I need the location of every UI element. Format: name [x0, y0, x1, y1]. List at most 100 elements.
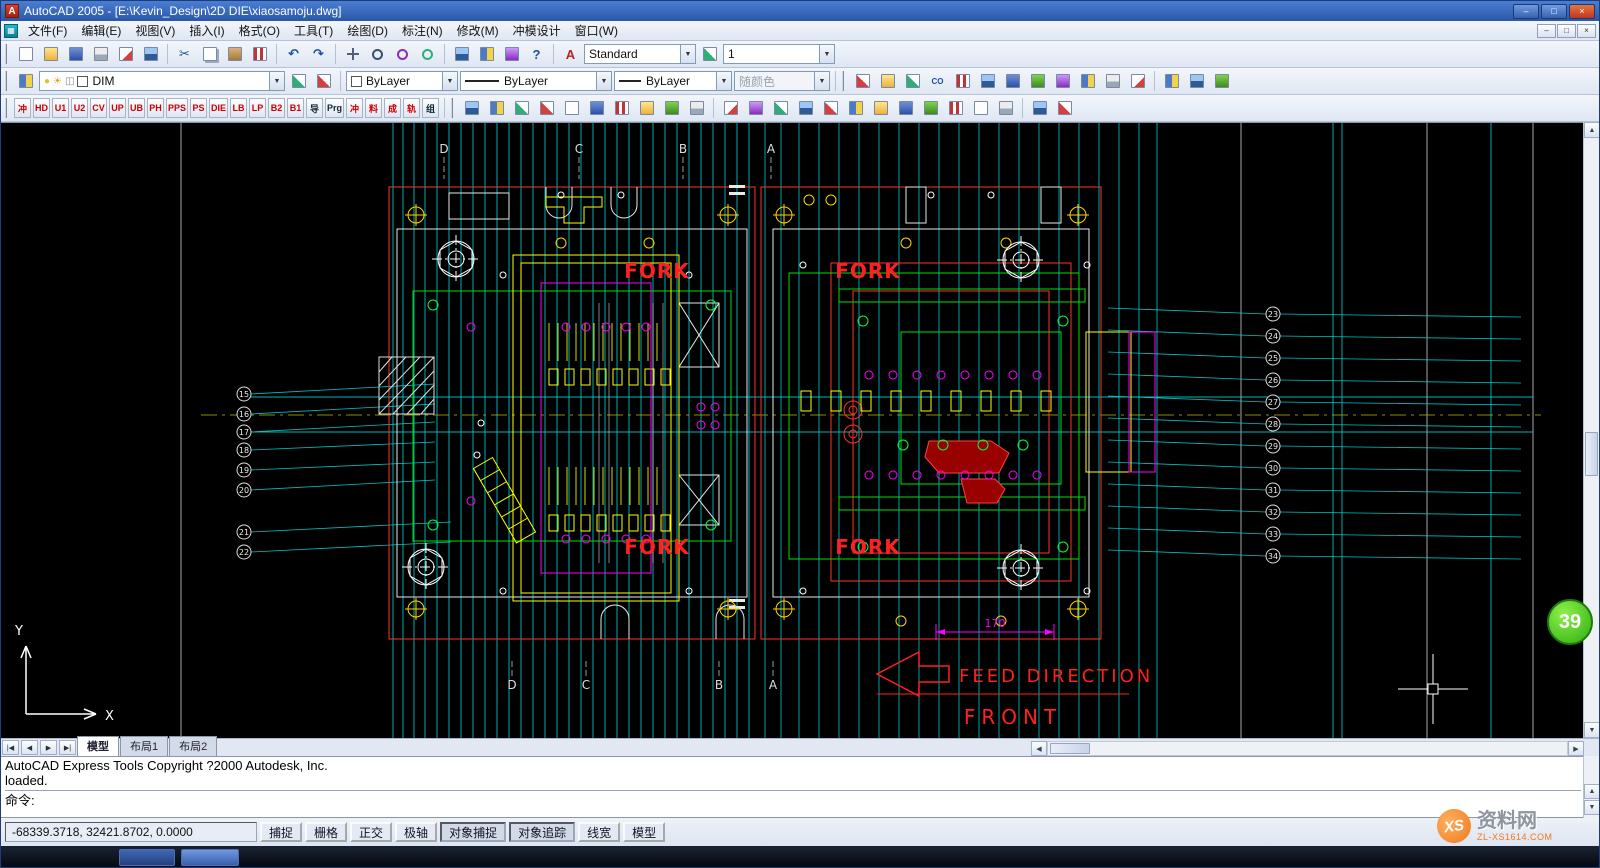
die-button-2[interactable]: U1 [52, 98, 69, 118]
express-tool-icon-2[interactable] [876, 70, 899, 93]
die-tool-icon-10[interactable] [685, 97, 708, 120]
menu-dimension[interactable]: 标注(N) [395, 21, 450, 40]
polar-toggle[interactable]: 极轴 [395, 822, 437, 842]
snap-toggle[interactable]: 捕捉 [260, 822, 302, 842]
zoom-window-icon[interactable] [391, 43, 414, 66]
minimize-button[interactable]: – [1513, 4, 1539, 19]
die-tool-icon-6[interactable] [585, 97, 608, 120]
toolbar-grip[interactable] [5, 98, 9, 118]
tab-layout2[interactable]: 布局2 [169, 736, 217, 756]
layer-manager-button[interactable] [14, 70, 37, 93]
model-toggle[interactable]: 模型 [623, 822, 665, 842]
text-style-icon[interactable]: A [559, 43, 582, 66]
doc-close-button[interactable]: × [1577, 24, 1596, 38]
die-tool-icon-24[interactable] [1053, 97, 1076, 120]
tab-model[interactable]: 模型 [77, 736, 119, 756]
die-button-13[interactable]: B2 [268, 98, 285, 118]
die-button-21[interactable]: 组 [422, 98, 439, 118]
menu-edit[interactable]: 编辑(E) [74, 21, 128, 40]
die-button-9[interactable]: PS [190, 98, 207, 118]
express-tool-icon-12[interactable] [1160, 70, 1183, 93]
redo-icon[interactable]: ↷ [307, 43, 330, 66]
die-button-20[interactable]: 轨 [403, 98, 420, 118]
die-tool-icon-7[interactable] [610, 97, 633, 120]
combo-arrow-icon[interactable]: ▼ [442, 72, 457, 90]
die-button-8[interactable]: PPS [166, 98, 188, 118]
die-tool-icon-4[interactable] [535, 97, 558, 120]
express-tool-icon-11[interactable] [1126, 70, 1149, 93]
toolbar-grip[interactable] [842, 71, 846, 91]
die-button-17[interactable]: 冲 [346, 98, 363, 118]
drawing-canvas[interactable]: D C B A D C B A 15 16 17 18 19 20 21 22 … [1, 123, 1585, 738]
die-tool-icon-14[interactable] [794, 97, 817, 120]
match-properties-button[interactable] [248, 43, 271, 66]
die-button-6[interactable]: UB [128, 98, 145, 118]
express-tool-icon-5[interactable] [976, 70, 999, 93]
taskbar-item[interactable] [181, 849, 239, 866]
cut-icon[interactable]: ✂ [173, 43, 196, 66]
die-button-19[interactable]: 成 [384, 98, 401, 118]
dim-style-button[interactable] [698, 43, 721, 66]
properties-button[interactable] [450, 43, 473, 66]
layer-lock-icon[interactable]: ◫ [65, 76, 74, 87]
help-icon[interactable]: ? [525, 43, 548, 66]
die-tool-icon-18[interactable] [894, 97, 917, 120]
linetype-combo[interactable]: ByLayer ▼ [460, 71, 612, 91]
plot-preview-button[interactable] [114, 43, 137, 66]
style-combo[interactable]: Standard ▼ [584, 44, 696, 64]
die-tool-icon-19[interactable] [919, 97, 942, 120]
die-button-4[interactable]: CV [90, 98, 107, 118]
menu-window[interactable]: 窗口(W) [568, 21, 625, 40]
layer-on-bulb-icon[interactable]: ● [44, 76, 50, 87]
taskbar-item[interactable] [119, 849, 175, 866]
make-object-layer-current-button[interactable] [287, 70, 310, 93]
hscroll-thumb[interactable] [1050, 743, 1090, 754]
combo-arrow-icon[interactable]: ▼ [269, 72, 284, 90]
undo-icon[interactable]: ↶ [282, 43, 305, 66]
doc-minimize-button[interactable]: – [1537, 24, 1556, 38]
tab-next-icon[interactable]: ▶ [40, 740, 57, 755]
tab-last-icon[interactable]: ▶| [59, 740, 76, 755]
layer-combo[interactable]: ● ☀ ◫ DIM ▼ [39, 71, 285, 91]
lineweight-toggle[interactable]: 线宽 [578, 822, 620, 842]
layer-previous-button[interactable] [312, 70, 335, 93]
menu-insert[interactable]: 插入(I) [182, 21, 231, 40]
drawing-area[interactable]: D C B A D C B A 15 16 17 18 19 20 21 22 … [1, 122, 1585, 738]
die-button-1[interactable]: HD [33, 98, 50, 118]
vscroll-thumb[interactable] [1585, 432, 1598, 476]
menu-format[interactable]: 格式(O) [232, 21, 287, 40]
cmd-scroll-up-icon[interactable]: ▲ [1584, 784, 1600, 799]
tool-palettes-button[interactable] [500, 43, 523, 66]
color-combo[interactable]: ByLayer ▼ [346, 71, 458, 91]
pan-icon[interactable] [341, 43, 364, 66]
plot-button[interactable] [89, 43, 112, 66]
copy-button[interactable] [198, 43, 221, 66]
die-button-16[interactable]: Prg [325, 98, 344, 118]
express-tool-icon-1[interactable] [851, 70, 874, 93]
toolbar-grip[interactable] [5, 71, 9, 91]
die-tool-icon-17[interactable] [869, 97, 892, 120]
combo-arrow-icon[interactable]: ▼ [716, 72, 731, 90]
combo-arrow-icon[interactable]: ▼ [819, 45, 834, 63]
menu-tools[interactable]: 工具(T) [287, 21, 340, 40]
publish-button[interactable] [139, 43, 162, 66]
express-tool-icon-9[interactable] [1076, 70, 1099, 93]
scroll-up-icon[interactable]: ▲ [1584, 122, 1600, 138]
die-button-15[interactable]: 导 [306, 98, 323, 118]
lineweight-combo[interactable]: ByLayer ▼ [614, 71, 732, 91]
die-button-10[interactable]: DIE [209, 98, 228, 118]
command-prompt[interactable]: 命令: [5, 790, 1581, 808]
die-button-3[interactable]: U2 [71, 98, 88, 118]
die-button-11[interactable]: LB [230, 98, 247, 118]
command-window[interactable]: AutoCAD Express Tools Copyright ?2000 Au… [1, 756, 1585, 818]
die-tool-icon-11[interactable] [719, 97, 742, 120]
die-tool-icon-20[interactable] [944, 97, 967, 120]
layer-freeze-sun-icon[interactable]: ☀ [53, 76, 62, 87]
die-tool-icon-16[interactable] [844, 97, 867, 120]
express-tool-icon-14[interactable] [1210, 70, 1233, 93]
toolbar-grip[interactable] [5, 44, 9, 64]
menu-view[interactable]: 视图(V) [128, 21, 182, 40]
express-tool-icon-10[interactable] [1101, 70, 1124, 93]
osnap-toggle[interactable]: 对象捕捉 [440, 822, 506, 842]
express-tool-icon-13[interactable] [1185, 70, 1208, 93]
